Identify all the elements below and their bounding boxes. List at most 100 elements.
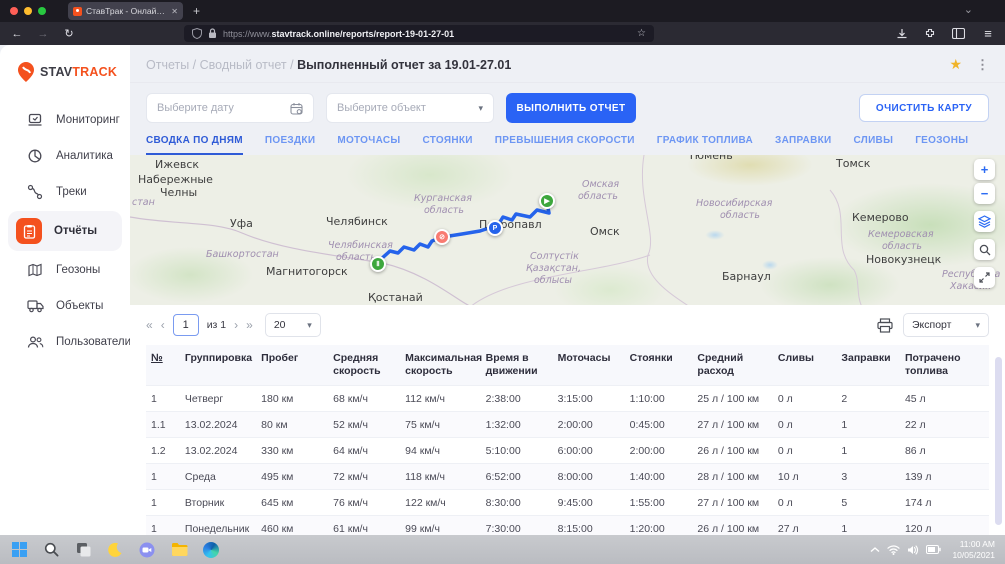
battery-icon[interactable] xyxy=(926,545,941,554)
app-window: STAVTRACK МониторингАналитикаТрекиОтчёты… xyxy=(0,45,1005,535)
next-page-button[interactable]: › xyxy=(234,318,238,332)
column-header[interactable]: Группировка xyxy=(180,345,256,386)
violation-marker[interactable]: ⊘ xyxy=(434,229,450,245)
column-header[interactable]: Сливы xyxy=(773,345,837,386)
route-start-marker[interactable]: ▶ xyxy=(539,193,555,209)
column-header[interactable]: Время в движении xyxy=(481,345,553,386)
page-size-select[interactable]: 20 ▾ xyxy=(265,313,321,337)
tab-превышения-скорости[interactable]: ПРЕВЫШЕНИЯ СКОРОСТИ xyxy=(495,135,635,155)
more-options-icon[interactable]: ⋮ xyxy=(976,57,989,73)
sidebar-item-label: Пользователи xyxy=(56,336,131,348)
table-row[interactable]: 1Среда495 км72 км/ч118 км/ч6:52:008:00:0… xyxy=(146,464,989,490)
table-cell: 80 км xyxy=(256,412,328,438)
forward-button[interactable]: → xyxy=(36,28,50,40)
window-close-button[interactable] xyxy=(10,7,18,15)
tab-геозоны[interactable]: ГЕОЗОНЫ xyxy=(915,135,968,155)
file-explorer-button[interactable] xyxy=(170,541,188,559)
back-button[interactable]: ← xyxy=(10,28,24,40)
tab-стоянки[interactable]: СТОЯНКИ xyxy=(422,135,472,155)
edge-icon xyxy=(203,542,219,558)
table-row[interactable]: 1Вторник645 км76 км/ч122 км/ч8:30:009:45… xyxy=(146,490,989,516)
menu-icon[interactable]: ≡ xyxy=(981,26,995,41)
map-search-button[interactable] xyxy=(974,239,995,260)
fullscreen-button[interactable] xyxy=(974,267,995,288)
chat-app-button[interactable] xyxy=(138,541,156,559)
taskbar-clock[interactable]: 11:00 AM 10/05/2021 xyxy=(952,539,995,559)
bookmark-star-icon[interactable]: ☆ xyxy=(637,28,646,39)
column-header[interactable]: Пробег xyxy=(256,345,328,386)
app-logo[interactable]: STAVTRACK xyxy=(0,45,130,83)
export-select[interactable]: Экспорт ▾ xyxy=(903,313,989,337)
map[interactable]: ИжевскНабережныеЧелныстанУфаБашкортостан… xyxy=(130,155,1005,305)
table-cell: 68 км/ч xyxy=(328,386,400,412)
shield-icon[interactable] xyxy=(192,28,202,39)
task-view-button[interactable] xyxy=(74,541,92,559)
print-icon[interactable] xyxy=(877,318,893,333)
column-header[interactable]: Средний расход xyxy=(692,345,772,386)
layers-button[interactable] xyxy=(974,211,995,232)
zoom-in-button[interactable]: + xyxy=(974,159,995,180)
column-header[interactable]: Средняя скорость xyxy=(328,345,400,386)
column-header[interactable]: Заправки xyxy=(836,345,900,386)
table-cell: 8:15:00 xyxy=(553,516,625,535)
column-header[interactable]: Максимальная скорость xyxy=(400,345,480,386)
sidebar-item-geozones[interactable]: Геозоны xyxy=(8,253,122,287)
sidebar-item-tracks[interactable]: Треки xyxy=(8,175,122,209)
tab-поездки[interactable]: ПОЕЗДКИ xyxy=(265,135,315,155)
start-button[interactable] xyxy=(10,541,28,559)
table-row[interactable]: 1.213.02.2024330 км64 км/ч94 км/ч5:10:00… xyxy=(146,438,989,464)
window-controls[interactable] xyxy=(10,7,46,15)
tab-график-топлива[interactable]: ГРАФИК ТОПЛИВА xyxy=(657,135,753,155)
clear-map-button[interactable]: ОЧИСТИТЬ КАРТУ xyxy=(859,94,989,122)
window-maximize-button[interactable] xyxy=(38,7,46,15)
tab-сливы[interactable]: СЛИВЫ xyxy=(853,135,893,155)
sidebar-item-users[interactable]: Пользователи xyxy=(8,325,122,359)
column-header[interactable]: Стоянки xyxy=(625,345,693,386)
route-end-marker[interactable]: Ⅱ xyxy=(370,256,386,272)
taskbar-search-button[interactable] xyxy=(42,541,60,559)
tab-заправки[interactable]: ЗАПРАВКИ xyxy=(775,135,831,155)
table-row[interactable]: 1.113.02.202480 км52 км/ч75 км/ч1:32:002… xyxy=(146,412,989,438)
sidebar-item-monitoring[interactable]: Мониторинг xyxy=(8,103,122,137)
date-input[interactable]: Выберите дату xyxy=(146,93,314,123)
tab-close-icon[interactable]: ✕ xyxy=(171,7,178,16)
reload-button[interactable]: ↻ xyxy=(62,27,76,40)
downloads-icon[interactable] xyxy=(896,28,908,40)
last-page-button[interactable]: » xyxy=(246,318,253,332)
firefox-app-button[interactable] xyxy=(106,541,124,559)
wifi-icon[interactable] xyxy=(887,545,900,555)
column-header[interactable]: Потрачено топлива xyxy=(900,345,989,386)
scrollbar-thumb[interactable] xyxy=(995,357,1002,525)
column-header[interactable]: Моточасы xyxy=(553,345,625,386)
table-cell: 45 л xyxy=(900,386,989,412)
tray-chevron-icon[interactable] xyxy=(870,546,880,554)
prev-page-button[interactable]: ‹ xyxy=(161,318,165,332)
sidebar-item-analytics[interactable]: Аналитика xyxy=(8,139,122,173)
run-report-button[interactable]: ВЫПОЛНИТЬ ОТЧЕТ xyxy=(506,93,636,123)
column-header[interactable]: № xyxy=(146,345,180,386)
browser-tab[interactable]: СтавТрак - Онлайн мониторинг ✕ xyxy=(68,2,183,20)
tab-сводка-по-дням[interactable]: СВОДКА ПО ДНЯМ xyxy=(146,135,243,155)
sidebar-item-reports[interactable]: Отчёты xyxy=(8,211,122,251)
page-number-input[interactable]: 1 xyxy=(173,314,199,336)
tabs-list-chevron-icon[interactable]: ⌄ xyxy=(964,3,973,16)
lock-icon[interactable] xyxy=(208,28,217,39)
zoom-out-button[interactable]: − xyxy=(974,183,995,204)
tab-моточасы[interactable]: МОТОЧАСЫ xyxy=(337,135,400,155)
extensions-icon[interactable] xyxy=(924,28,936,40)
table-cell: 122 км/ч xyxy=(400,490,480,516)
sidebar-item-objects[interactable]: Объекты xyxy=(8,289,122,323)
url-bar[interactable]: https://www.stavtrack.online/reports/rep… xyxy=(184,25,654,42)
window-minimize-button[interactable] xyxy=(24,7,32,15)
favorite-star-icon[interactable]: ★ xyxy=(949,56,962,73)
sidebar-toggle-icon[interactable] xyxy=(952,28,965,39)
volume-icon[interactable] xyxy=(907,545,919,555)
table-row[interactable]: 1Четверг180 км68 км/ч112 км/ч2:38:003:15… xyxy=(146,386,989,412)
table-row[interactable]: 1Понедельник460 км61 км/ч99 км/ч7:30:008… xyxy=(146,516,989,535)
parking-marker[interactable]: P xyxy=(487,220,503,236)
calendar-icon xyxy=(290,102,303,115)
edge-browser-button[interactable] xyxy=(202,541,220,559)
new-tab-button[interactable]: + xyxy=(193,4,200,18)
first-page-button[interactable]: « xyxy=(146,318,153,332)
object-select[interactable]: Выберите объект ▾ xyxy=(326,93,494,123)
